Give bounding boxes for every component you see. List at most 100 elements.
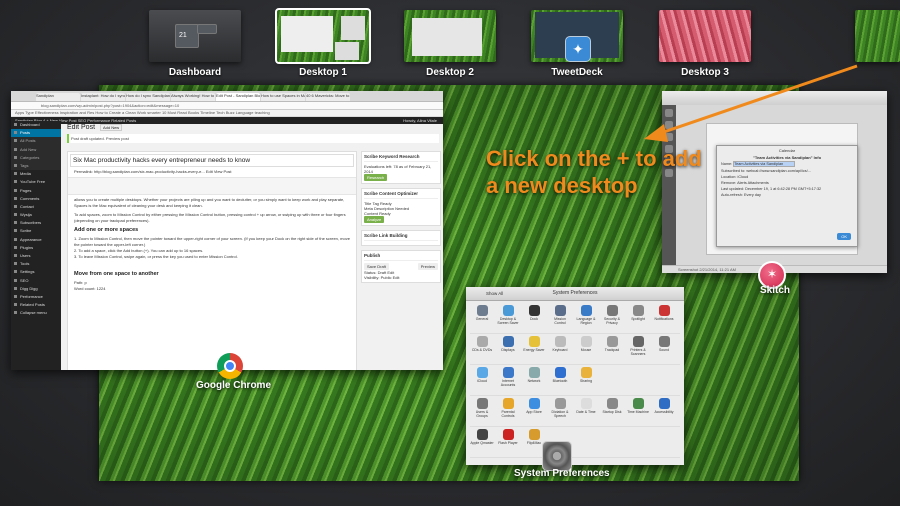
desktop-1-thumbnail[interactable]	[275, 8, 371, 64]
menu-item-appearance[interactable]: Appearance	[11, 236, 61, 244]
space-desktop-2[interactable]: Desktop 2	[404, 10, 496, 78]
preview-button[interactable]: Preview	[417, 263, 438, 270]
space-desktop-1[interactable]: Desktop 1	[275, 8, 371, 78]
ok-button[interactable]: OK	[837, 233, 851, 240]
menu-item-dashboard[interactable]: Dashboard	[11, 121, 61, 129]
browser-tab[interactable]: How to use Spaces in Mac	[261, 93, 305, 101]
preference-pane[interactable]: Parental Controls	[496, 396, 520, 424]
preference-pane[interactable]: App Store	[522, 396, 546, 424]
preference-pane[interactable]: Sharing	[574, 365, 598, 393]
address-bar[interactable]: blog.sandiplan.com/wp-admin/post.php?pos…	[11, 102, 443, 110]
browser-tab-active[interactable]: Edit Post - Sandiplan Blog	[216, 93, 260, 101]
dashboard-thumbnail[interactable]: 21	[149, 10, 241, 62]
menu-item-seo[interactable]: SEO	[11, 277, 61, 285]
thumb-window	[341, 16, 365, 40]
post-title-field[interactable]: Six Mac productivity hacks every entrepr…	[70, 154, 354, 167]
dialog-title: Calendar	[778, 148, 796, 153]
preference-pane[interactable]: Internet Accounts	[496, 365, 520, 393]
browser-tab[interactable]: How do I sync Sandiplan	[126, 93, 170, 101]
shape-tool-icon[interactable]	[665, 133, 673, 141]
menu-item-contact[interactable]: Contact	[11, 203, 61, 211]
preference-pane[interactable]: Flash Player	[496, 427, 520, 455]
preference-pane[interactable]: Sound	[652, 334, 676, 362]
pane-label: CDs & DVDs	[471, 348, 493, 352]
preference-pane[interactable]: iCloud	[470, 365, 494, 393]
menu-item-settings[interactable]: Settings	[11, 268, 61, 276]
chrome-window[interactable]: Sandiplan Instaplant: How do I sync How …	[11, 91, 443, 370]
system-preferences-window[interactable]: System Preferences Show All General Deskt…	[466, 287, 684, 465]
menu-item-posts[interactable]: Posts	[11, 129, 61, 138]
bookmarks-bar[interactable]: Apps Type Effectiveness Inspiration and …	[11, 110, 443, 117]
preference-pane[interactable]: Mission Control	[548, 303, 572, 331]
tweetdeck-thumbnail[interactable]: ✦	[531, 10, 623, 62]
preference-pane[interactable]: Network	[522, 365, 546, 393]
post-visibility[interactable]: Visibility: Public Edit	[364, 275, 438, 280]
menu-item-categories[interactable]: Categories	[11, 153, 61, 162]
save-draft-button[interactable]: Save Draft	[364, 263, 389, 270]
menu-item-performance[interactable]: Performance	[11, 293, 61, 301]
preference-pane[interactable]: Security & Privacy	[600, 303, 624, 331]
preference-pane[interactable]: Spotlight	[626, 303, 650, 331]
space-desktop-3[interactable]: Desktop 3	[659, 10, 751, 78]
preference-pane[interactable]: Mouse	[574, 334, 598, 362]
preference-pane[interactable]: Bluetooth	[548, 365, 572, 393]
menu-item-youtube[interactable]: YouTube Free	[11, 178, 61, 186]
add-new-button[interactable]: Add New	[99, 124, 123, 131]
preference-pane[interactable]: General	[470, 303, 494, 331]
preference-pane[interactable]: Apple Qmaster	[470, 427, 494, 455]
browser-tab[interactable]: 40 6 Mavericks: Move to	[306, 93, 350, 101]
preference-pane[interactable]: Printers & Scanners	[626, 334, 650, 362]
menu-item-pages[interactable]: Pages	[11, 187, 61, 195]
menu-item-tags[interactable]: Tags	[11, 161, 61, 171]
menu-item-scribe[interactable]: Scribe	[11, 227, 61, 235]
preference-pane[interactable]: Trackpad	[600, 334, 624, 362]
post-editor[interactable]: Six Mac productivity hacks every entrepr…	[67, 151, 357, 370]
desktop-2-thumbnail[interactable]	[404, 10, 496, 62]
browser-tab[interactable]: Always Working! How to	[171, 93, 215, 101]
menu-item-plugins[interactable]: Plugins	[11, 244, 61, 252]
space-dashboard[interactable]: 21 Dashboard	[149, 10, 241, 78]
menu-item-users[interactable]: Users	[11, 252, 61, 260]
menu-item-related-posts[interactable]: Related Posts	[11, 301, 61, 309]
menu-item-subscribers[interactable]: Subscribers	[11, 219, 61, 227]
browser-tab[interactable]: Sandiplan	[36, 93, 80, 101]
menu-item-tools[interactable]: Tools	[11, 260, 61, 268]
preference-pane[interactable]: Startup Disk	[600, 396, 624, 424]
menu-item-collapse[interactable]: Collapse menu	[11, 309, 61, 317]
preference-pane[interactable]: Dock	[522, 303, 546, 331]
preference-pane[interactable]: Keyboard	[548, 334, 572, 362]
preference-pane[interactable]: Notifications	[652, 303, 676, 331]
menu-item-digg-digg[interactable]: Digg Digg	[11, 285, 61, 293]
menu-item-all-posts[interactable]: All Posts	[11, 137, 61, 146]
preference-pane[interactable]: Time Machine	[626, 396, 650, 424]
text-tool-icon[interactable]	[665, 121, 673, 129]
add-space-hot-corner[interactable]	[855, 10, 900, 64]
preference-pane[interactable]: Desktop & Screen Saver	[496, 303, 520, 331]
preference-pane[interactable]: Users & Groups	[470, 396, 494, 424]
preference-pane[interactable]: Displays	[496, 334, 520, 362]
menu-item-media[interactable]: Media	[11, 170, 61, 178]
permalink[interactable]: Permalink: http://blog.sandiplan.com/six…	[68, 169, 356, 175]
preference-pane[interactable]: Energy Saver	[522, 334, 546, 362]
chrome-icon[interactable]	[217, 353, 243, 379]
preference-pane[interactable]: Accessibility	[652, 396, 676, 424]
browser-tab[interactable]: Instaplant: How do I sync	[81, 93, 125, 101]
preference-pane[interactable]: Language & Region	[574, 303, 598, 331]
skitch-toolbar[interactable]	[662, 91, 887, 106]
preference-pane[interactable]: Dictation & Speech	[548, 396, 572, 424]
partial-space-thumbnail[interactable]	[855, 10, 900, 62]
skitch-canvas[interactable]: Calendar "Team Activities via Sandiplan"…	[676, 105, 887, 266]
show-all-button[interactable]: Show All	[486, 287, 503, 300]
menu-item-comments[interactable]: Comments	[11, 195, 61, 203]
menu-item-add-new[interactable]: Add New	[11, 145, 61, 154]
arrow-tool-icon[interactable]	[665, 109, 673, 117]
menu-item-wysija[interactable]: Wysija	[11, 211, 61, 219]
editor-toolbar[interactable]	[68, 177, 356, 195]
desktop-3-thumbnail[interactable]	[659, 10, 751, 62]
system-preferences-icon[interactable]	[542, 441, 572, 471]
preference-pane[interactable]: Date & Time	[574, 396, 598, 424]
space-tweetdeck[interactable]: ✦ TweetDeck	[531, 10, 623, 78]
research-button[interactable]: Research	[364, 174, 388, 181]
preference-pane[interactable]: CDs & DVDs	[470, 334, 494, 362]
analyze-button[interactable]: Analyze	[364, 216, 385, 223]
